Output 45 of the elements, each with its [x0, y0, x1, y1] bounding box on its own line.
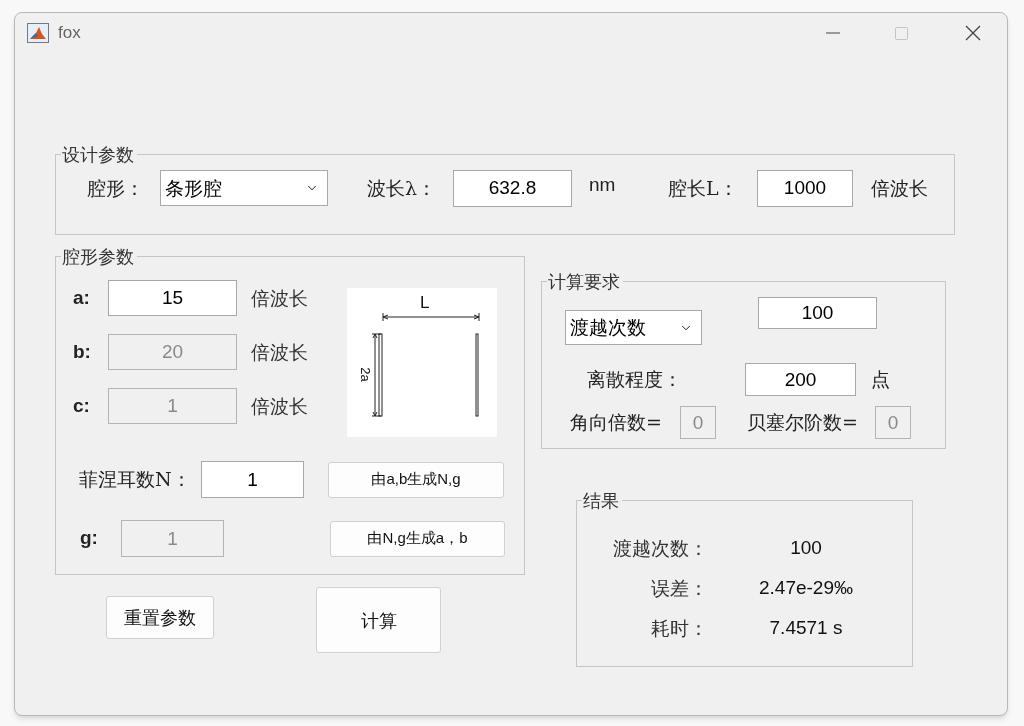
- width-label: 2a: [358, 367, 372, 382]
- label: c:: [73, 393, 91, 418]
- label: b:: [73, 339, 92, 364]
- label: 离散程度：: [587, 367, 683, 393]
- maximize-icon[interactable]: [895, 26, 908, 40]
- label: 倍波长: [871, 175, 928, 201]
- label: 渡越次数：: [612, 535, 708, 561]
- label: 误差：: [650, 575, 708, 601]
- length-label: L: [420, 294, 430, 311]
- label: 腔形：: [87, 175, 145, 201]
- button[interactable]: 计算: [316, 587, 441, 653]
- label: 耗时：: [650, 615, 708, 641]
- button[interactable]: 重置参数: [106, 596, 214, 639]
- label: nm: [589, 172, 617, 197]
- label: 菲涅耳数N：: [79, 467, 192, 493]
- button[interactable]: 由a,b生成N,g: [328, 461, 504, 498]
- result-value: 2.47e-29‰: [758, 575, 854, 600]
- minimize-icon[interactable]: [826, 32, 840, 34]
- label: 点: [871, 367, 890, 393]
- window-title: fox: [58, 22, 81, 45]
- input-field[interactable]: 200: [745, 363, 856, 396]
- label: 角向倍数=: [570, 410, 663, 436]
- input-field[interactable]: 1000: [757, 169, 853, 207]
- dropdown[interactable]: 渡越次数: [565, 310, 702, 345]
- input-field[interactable]: 632.8: [453, 169, 572, 207]
- panel-title: 结果: [582, 489, 620, 513]
- label: 贝塞尔阶数=: [747, 410, 859, 436]
- panel-title: 设计参数: [61, 143, 135, 167]
- label: 波长λ：: [367, 175, 438, 201]
- label: 腔长L：: [668, 175, 739, 201]
- result-value: 100: [789, 535, 823, 560]
- input-field[interactable]: 15: [108, 280, 237, 316]
- panel-title: 腔形参数: [61, 245, 135, 269]
- label: 倍波长: [251, 285, 308, 311]
- input-field[interactable]: 100: [758, 297, 877, 329]
- dropdown[interactable]: 条形腔: [160, 170, 328, 206]
- label: 倍波长: [251, 339, 308, 365]
- input-field[interactable]: 1: [201, 461, 304, 498]
- label: 倍波长: [251, 393, 308, 419]
- app-icon: [27, 23, 49, 43]
- result-value: 7.4571 s: [768, 615, 844, 640]
- panel-title: 计算要求: [547, 270, 621, 294]
- close-icon[interactable]: [965, 25, 981, 41]
- label: a:: [73, 285, 91, 310]
- label: g:: [80, 526, 99, 551]
